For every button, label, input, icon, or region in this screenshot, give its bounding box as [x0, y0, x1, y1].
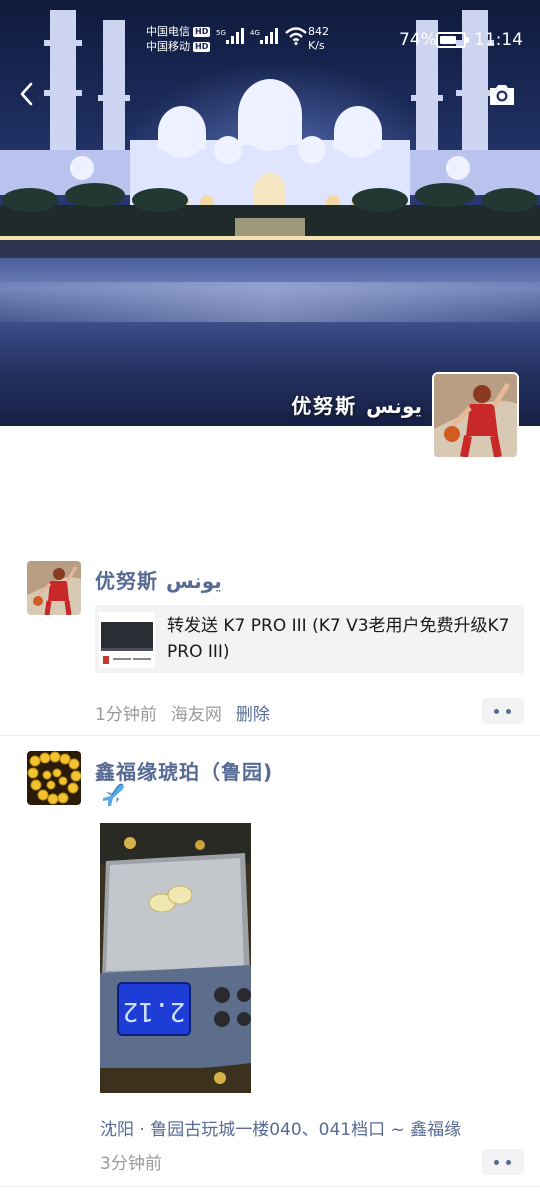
post1-time: 1分钟前	[95, 705, 157, 725]
camera-icon[interactable]	[487, 82, 517, 108]
cover-owner-name: 优努斯 يونس	[291, 394, 422, 418]
cover-avatar[interactable]	[432, 372, 519, 459]
carrier-2: 中国移动	[146, 40, 190, 53]
dot-icon	[506, 1160, 511, 1165]
hd-badge-1: HD	[193, 26, 211, 37]
amber-beads-avatar-image	[27, 751, 81, 805]
post-divider	[0, 735, 540, 736]
dot-icon	[506, 709, 511, 714]
cover-image[interactable]: 中国电信 HD 中国移动 HD 5G 4G 842 K/s 74% 11:14 …	[0, 0, 540, 426]
basketball-player-avatar-image	[27, 561, 81, 615]
post1-meta: 1分钟前 海友网 删除	[95, 700, 270, 725]
battery-percent: 74%	[399, 30, 437, 50]
post2-avatar[interactable]	[27, 751, 81, 805]
carrier-info: 中国电信 HD 中国移动 HD	[146, 24, 211, 54]
signal-indicators: 5G 4G	[216, 26, 308, 46]
water-shine	[0, 282, 540, 322]
post1-author[interactable]: 优努斯 يونس	[95, 565, 222, 594]
post-divider	[0, 1186, 540, 1187]
post2-photo[interactable]: 2.12	[100, 823, 251, 1093]
share-thumbnail	[99, 612, 155, 668]
network-speed: 842 K/s	[308, 25, 329, 53]
amber-on-scale-image: 2.12	[100, 823, 251, 1093]
chevron-left-icon[interactable]	[14, 80, 42, 108]
speed-value: 842	[308, 25, 329, 38]
hd-badge-2: HD	[193, 41, 211, 52]
carrier-1: 中国电信	[146, 25, 190, 38]
device-thumbnail-image	[99, 612, 155, 668]
dot-icon	[494, 709, 499, 714]
status-bar: 中国电信 HD 中国移动 HD 5G 4G 842 K/s 74% 11:14	[0, 0, 540, 60]
dot-icon	[494, 1160, 499, 1165]
post1-share-card[interactable]: 转发送 K7 PRO III (K7 V3老用户免费升级K7 PRO III)	[95, 605, 524, 673]
airplane-emoji-icon	[103, 783, 124, 806]
signal-4g-icon: 4G	[250, 28, 278, 44]
basketball-player-avatar-image	[434, 374, 517, 457]
post1-avatar[interactable]	[27, 561, 81, 615]
scale-display-value: 2.12	[123, 996, 186, 1026]
signal-5g-icon: 5G	[216, 28, 244, 44]
net-type-1: 5G	[216, 29, 226, 37]
battery-icon	[436, 32, 469, 48]
post2-more-button[interactable]	[482, 1149, 524, 1175]
clock: 11:14	[474, 30, 523, 50]
post1-delete-link[interactable]: 删除	[236, 705, 270, 725]
post2-location[interactable]: 沈阳 · 鲁园古玩城一楼040、041档口 ~ 鑫福缘	[100, 1115, 461, 1140]
post2-time: 3分钟前	[100, 1154, 162, 1174]
speed-unit: K/s	[308, 39, 325, 52]
post1-source[interactable]: 海友网	[171, 705, 222, 725]
battery-fill	[440, 36, 456, 44]
wifi-icon	[285, 27, 307, 46]
post1-more-button[interactable]	[482, 698, 524, 724]
share-title: 转发送 K7 PRO III (K7 V3老用户免费升级K7 PRO III)	[167, 616, 510, 662]
net-type-2: 4G	[250, 29, 260, 37]
